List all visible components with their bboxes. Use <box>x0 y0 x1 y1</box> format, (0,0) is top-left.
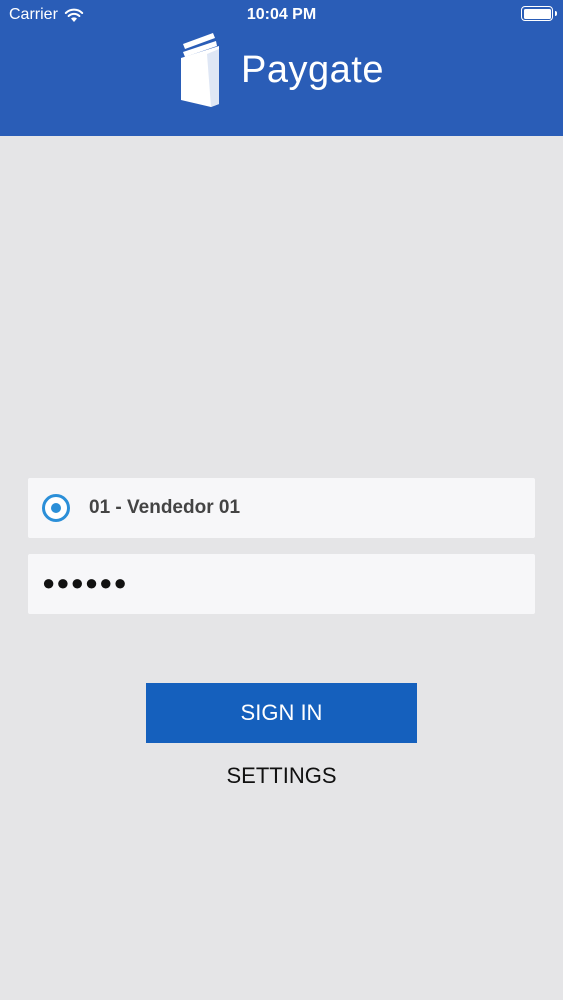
status-time: 10:04 PM <box>246 6 317 23</box>
password-field[interactable]: ●●●●●● <box>28 554 535 614</box>
wallet-logo-icon <box>181 33 220 107</box>
radio-selected-icon <box>42 494 70 522</box>
brand: Paygate <box>0 30 563 110</box>
battery-icon <box>521 6 557 21</box>
password-value: ●●●●●● <box>42 570 128 595</box>
seller-select[interactable]: 01 - Vendedor 01 <box>28 478 535 538</box>
settings-link[interactable]: SETTINGS <box>0 763 563 789</box>
status-bar: Carrier 10:04 PM <box>0 0 563 30</box>
app-header: Carrier 10:04 PM Paygate <box>0 0 563 136</box>
seller-value: 01 - Vendedor 01 <box>89 497 241 518</box>
app-title: Paygate <box>241 48 384 91</box>
sign-in-button[interactable]: SIGN IN <box>146 683 417 743</box>
